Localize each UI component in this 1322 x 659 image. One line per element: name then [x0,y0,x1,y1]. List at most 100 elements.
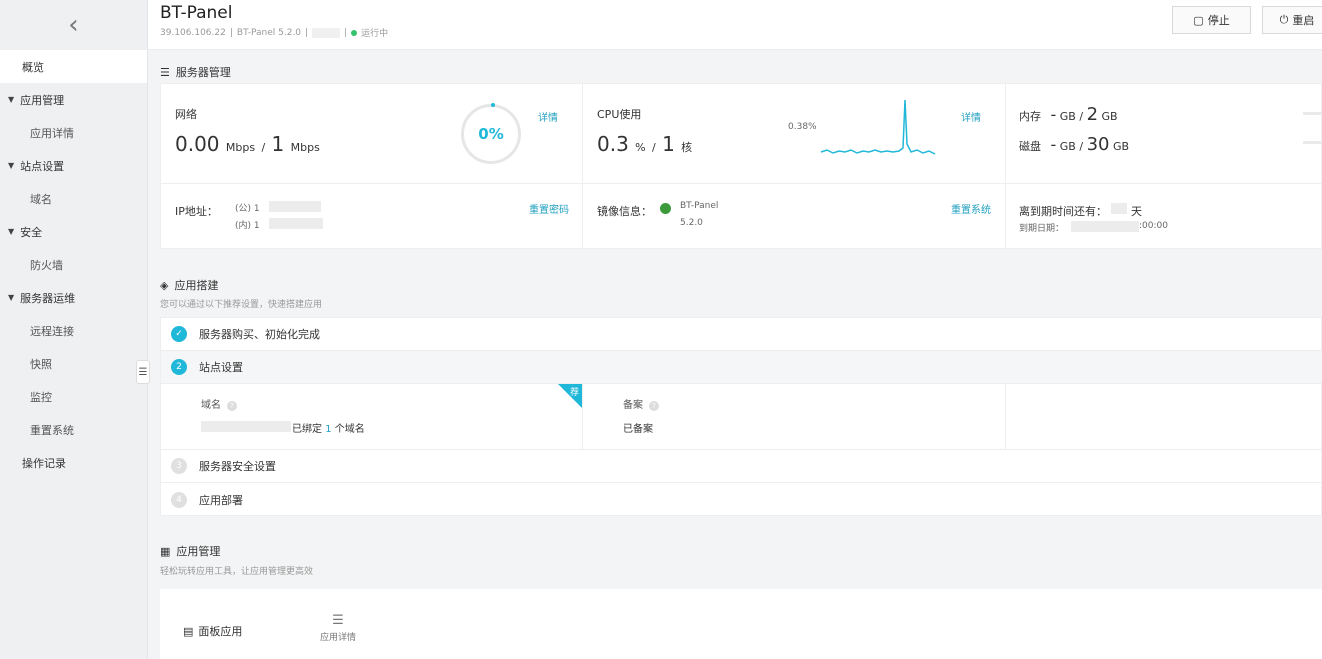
sidebar-item-label: 操作记录 [22,456,66,470]
status-text: 运行中 [361,29,389,39]
memory-label: 内存 [1019,110,1041,123]
sidebar-item-label: 远程连接 [30,324,74,338]
network-unit2: Mbps [290,141,320,154]
disk-used: - [1050,135,1057,154]
sidebar-item-firewall[interactable]: 防火墙 [0,248,147,281]
step-number: 4 [171,491,187,508]
sidebar-item-overview[interactable]: 概览 [0,50,147,83]
ip-private: (内) 1 [235,221,260,231]
redacted-text [269,218,323,229]
restart-button-label: 重启 [1292,14,1315,27]
sidebar-item-monitor[interactable]: 监控 [0,380,147,413]
server-section-title: ☰ 服务器管理 [160,64,231,80]
divider [582,84,583,250]
cpu-cores: 1 [662,132,675,156]
meta-sep: | [305,27,309,38]
back-button[interactable]: ‹ [0,0,147,50]
gauge-value: 0% [478,125,504,143]
step-4[interactable]: 4 应用部署 [161,483,1322,516]
sidebar-item-remote[interactable]: 远程连接 [0,314,147,347]
step-2[interactable]: 2 站点设置 [161,351,1322,384]
image-version: 5.2.0 [680,218,703,228]
panel-app-label: 面板应用 [198,625,243,638]
network-total: 1 [271,132,285,156]
redacted-text [1111,203,1127,214]
sidebar-group-app-management[interactable]: ▼ 应用管理 [0,83,147,116]
sidebar-item-label: 应用管理 [20,93,65,107]
disk-bar [1303,141,1322,144]
step-label: 服务器安全设置 [199,460,276,473]
app-detail-entry[interactable]: ☰ 应用详情 [318,613,358,643]
beian-value: 已备案 [623,424,653,435]
panel-app-tab[interactable]: ▤ 面板应用 [183,623,242,639]
step-number: 2 [171,359,187,375]
redacted-text [1071,221,1139,232]
disk-total: 30 [1086,134,1110,155]
domain-bound: 已绑定 1 个域名 [292,420,365,435]
caret-down-icon: ▼ [8,95,15,104]
reset-system-link[interactable]: 重置系统 [951,201,991,216]
layers-icon: ◈ [160,278,169,292]
apps-section-subtitle: 轻松玩转应用工具，让应用管理更高效 [160,567,314,577]
domain-bound-prefix: 已绑定 [292,424,322,435]
beian-label: 备案? [623,396,659,411]
cpu-label: CPU使用 [597,108,642,121]
sidebar-item-oplog[interactable]: 操作记录 [0,446,147,479]
step-3[interactable]: 3 服务器安全设置 [161,450,1322,483]
ip-label: IP地址： [175,205,218,218]
redacted-text [269,201,321,212]
step-label: 应用部署 [199,493,243,507]
check-icon: ✓ [171,326,187,342]
restart-button[interactable]: ⏻ 重启 [1262,6,1322,34]
network-gauge: 0% [461,103,521,164]
stop-button[interactable]: ▢ 停止 [1172,6,1251,34]
image-info-label: 镜像信息： [597,205,652,218]
divider [161,183,1322,184]
stop-icon: ▢ [1193,13,1204,27]
cpu-detail-link[interactable]: 详情 [961,109,981,124]
step-number: 3 [171,458,187,474]
memory-used: - [1050,105,1057,124]
expire-date-tail: :00:00 [1139,221,1168,231]
step-2-detail: 荐 域名? 已绑定 1 个域名 备案? 已备案 [161,384,1322,450]
section-title-text: 应用搭建 [174,279,219,292]
expire-label: 离到期时间还有： [1019,205,1107,218]
help-icon[interactable]: ? [227,401,237,411]
meta-sep: | [229,27,233,38]
memory-unit: GB [1059,110,1076,123]
domain-bound-suffix: 个域名 [334,424,365,435]
section-title-text: 服务器管理 [175,66,231,79]
sidebar-item-app-detail[interactable]: 应用详情 [0,116,147,149]
network-detail-link[interactable]: 详情 [538,109,558,124]
image-name: BT-Panel [680,201,719,211]
expire-date-label: 到期日期： [1019,224,1065,234]
sidebar-item-snapshot[interactable]: 快照 [0,347,147,380]
recommend-ribbon-text: 荐 [570,388,580,398]
memory-bar [1303,112,1322,115]
meta-sep: | [344,27,348,38]
stop-button-label: 停止 [1207,14,1230,27]
divider [582,384,583,450]
domain-count-link[interactable]: 1 [325,424,331,435]
divider [1005,84,1006,250]
step-1[interactable]: ✓ 服务器购买、初始化完成 [161,318,1322,351]
sidebar-item-label: 重置系统 [30,423,74,437]
sidebar-item-label: 安全 [20,225,43,239]
network-label: 网络 [175,108,197,121]
sidebar-item-label: 服务器运维 [20,291,76,305]
sidebar-toggle-icon[interactable]: ☰ [136,360,150,384]
sidebar-item-reset[interactable]: 重置系统 [0,413,147,446]
expire-unit: 天 [1131,205,1142,218]
sidebar-group-server-ops[interactable]: ▼ 服务器运维 [0,281,147,314]
ip-public: (公) 1 [235,204,260,214]
build-section-title: ◈ 应用搭建 [160,277,218,293]
sidebar-group-site-settings[interactable]: ▼ 站点设置 [0,149,147,182]
memory-total: 2 [1086,104,1099,125]
section-title-text: 应用管理 [176,545,221,558]
caret-down-icon: ▼ [8,293,15,302]
sidebar-item-domain[interactable]: 域名 [0,182,147,215]
reset-password-link[interactable]: 重置密码 [529,201,569,216]
help-icon[interactable]: ? [649,401,659,411]
build-section-subtitle: 您可以通过以下推荐设置，快速搭建应用 [160,300,323,310]
sidebar-group-security[interactable]: ▼ 安全 [0,215,147,248]
